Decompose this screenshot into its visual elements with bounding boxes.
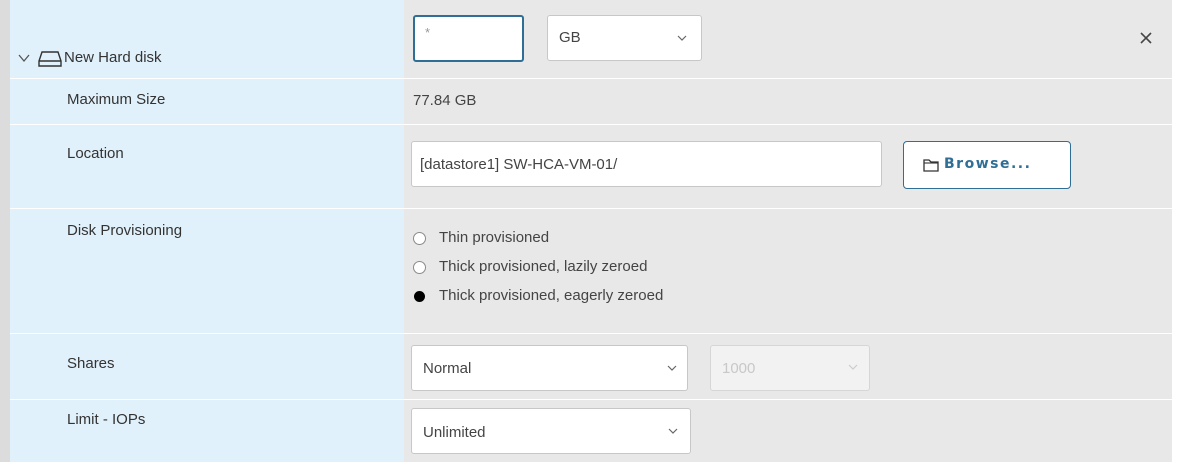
radio-button-selected[interactable] bbox=[414, 291, 425, 302]
folder-icon bbox=[923, 159, 939, 172]
browse-button-label: Browse... bbox=[944, 156, 1032, 172]
close-icon[interactable] bbox=[1138, 30, 1154, 46]
row-divider bbox=[10, 399, 1172, 400]
radio-label: Thick provisioned, eagerly zeroed bbox=[439, 287, 664, 304]
disk-provisioning-label: Disk Provisioning bbox=[67, 222, 183, 239]
location-value: [datastore1] SW-HCA-VM-01/ bbox=[420, 156, 618, 173]
right-border bbox=[1172, 0, 1186, 462]
row-divider bbox=[10, 208, 1172, 209]
chevron-down-icon bbox=[848, 364, 858, 370]
chevron-down-icon[interactable] bbox=[16, 50, 32, 66]
browse-button[interactable]: Browse... bbox=[903, 141, 1071, 189]
shares-label: Shares bbox=[67, 355, 115, 372]
row-divider bbox=[10, 124, 1172, 125]
hard-disk-icon bbox=[38, 51, 62, 67]
shares-count-value: 1000 bbox=[722, 360, 756, 377]
limit-iops-value: Unlimited bbox=[423, 424, 486, 441]
limit-iops-label: Limit - IOPs bbox=[67, 411, 146, 428]
location-input[interactable]: [datastore1] SW-HCA-VM-01/ bbox=[411, 141, 882, 187]
row-divider bbox=[10, 333, 1172, 334]
max-size-value: 77.84 GB bbox=[413, 92, 477, 109]
shares-count-select: 1000 bbox=[710, 345, 870, 391]
shares-select[interactable]: Normal bbox=[411, 345, 688, 391]
radio-label: Thin provisioned bbox=[439, 229, 550, 246]
disk-title: New Hard disk bbox=[64, 49, 162, 66]
radio-button[interactable] bbox=[413, 232, 426, 245]
unit-select[interactable]: GB bbox=[547, 15, 702, 61]
shares-select-value: Normal bbox=[423, 360, 472, 377]
chevron-down-icon bbox=[667, 365, 677, 371]
disk-size-input[interactable]: * bbox=[413, 15, 524, 62]
radio-label: Thick provisioned, lazily zeroed bbox=[439, 258, 648, 275]
unit-select-value: GB bbox=[559, 29, 581, 46]
max-size-label: Maximum Size bbox=[67, 91, 166, 108]
chevron-down-icon bbox=[668, 428, 678, 434]
radio-button[interactable] bbox=[413, 261, 426, 274]
limit-iops-select[interactable]: Unlimited bbox=[411, 408, 691, 454]
size-placeholder: * bbox=[425, 25, 431, 40]
row-divider bbox=[10, 78, 1172, 79]
chevron-down-icon bbox=[677, 35, 687, 41]
location-label: Location bbox=[67, 145, 124, 162]
left-border bbox=[0, 0, 10, 462]
hard-disk-settings-panel: New Hard disk * GB Maximum Size 77.84 GB… bbox=[0, 0, 1186, 462]
